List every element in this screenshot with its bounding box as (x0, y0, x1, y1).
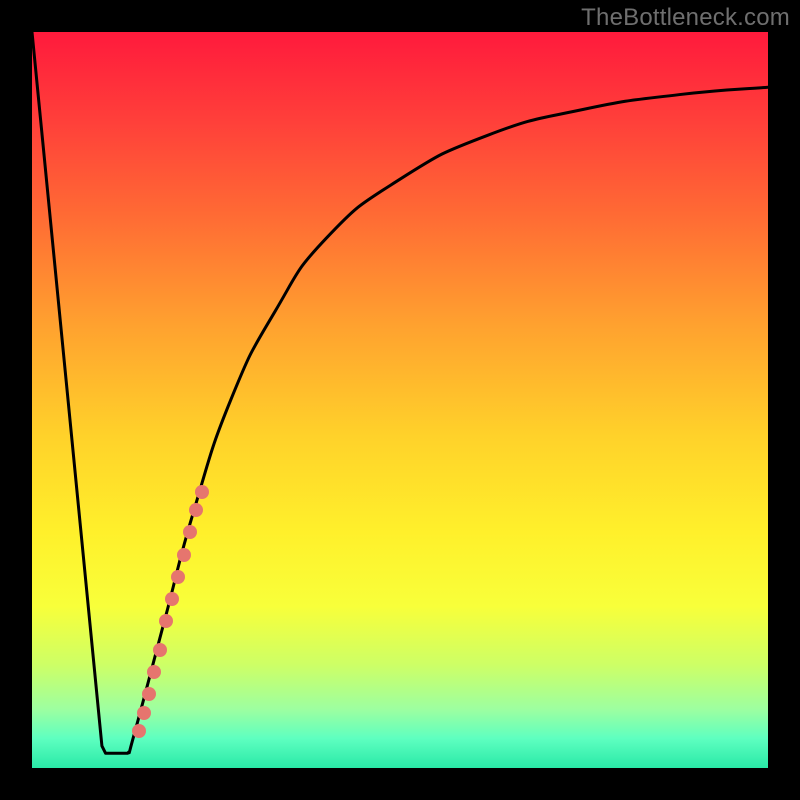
chart-frame: TheBottleneck.com (0, 0, 800, 800)
attribution-text: TheBottleneck.com (581, 4, 790, 32)
highlight-dot (195, 485, 209, 499)
highlight-dot (171, 570, 185, 584)
highlight-dot (183, 525, 197, 539)
plot-area (32, 32, 768, 768)
highlight-dot (177, 548, 191, 562)
highlight-dot (132, 724, 146, 738)
highlight-dot (137, 706, 151, 720)
bottleneck-curve-path (32, 32, 768, 753)
highlight-dot (153, 643, 167, 657)
highlight-dot (189, 503, 203, 517)
highlight-dot (159, 614, 173, 628)
highlight-dot (165, 592, 179, 606)
highlight-dot (147, 665, 161, 679)
highlight-dot (142, 687, 156, 701)
curve-svg (32, 32, 768, 768)
